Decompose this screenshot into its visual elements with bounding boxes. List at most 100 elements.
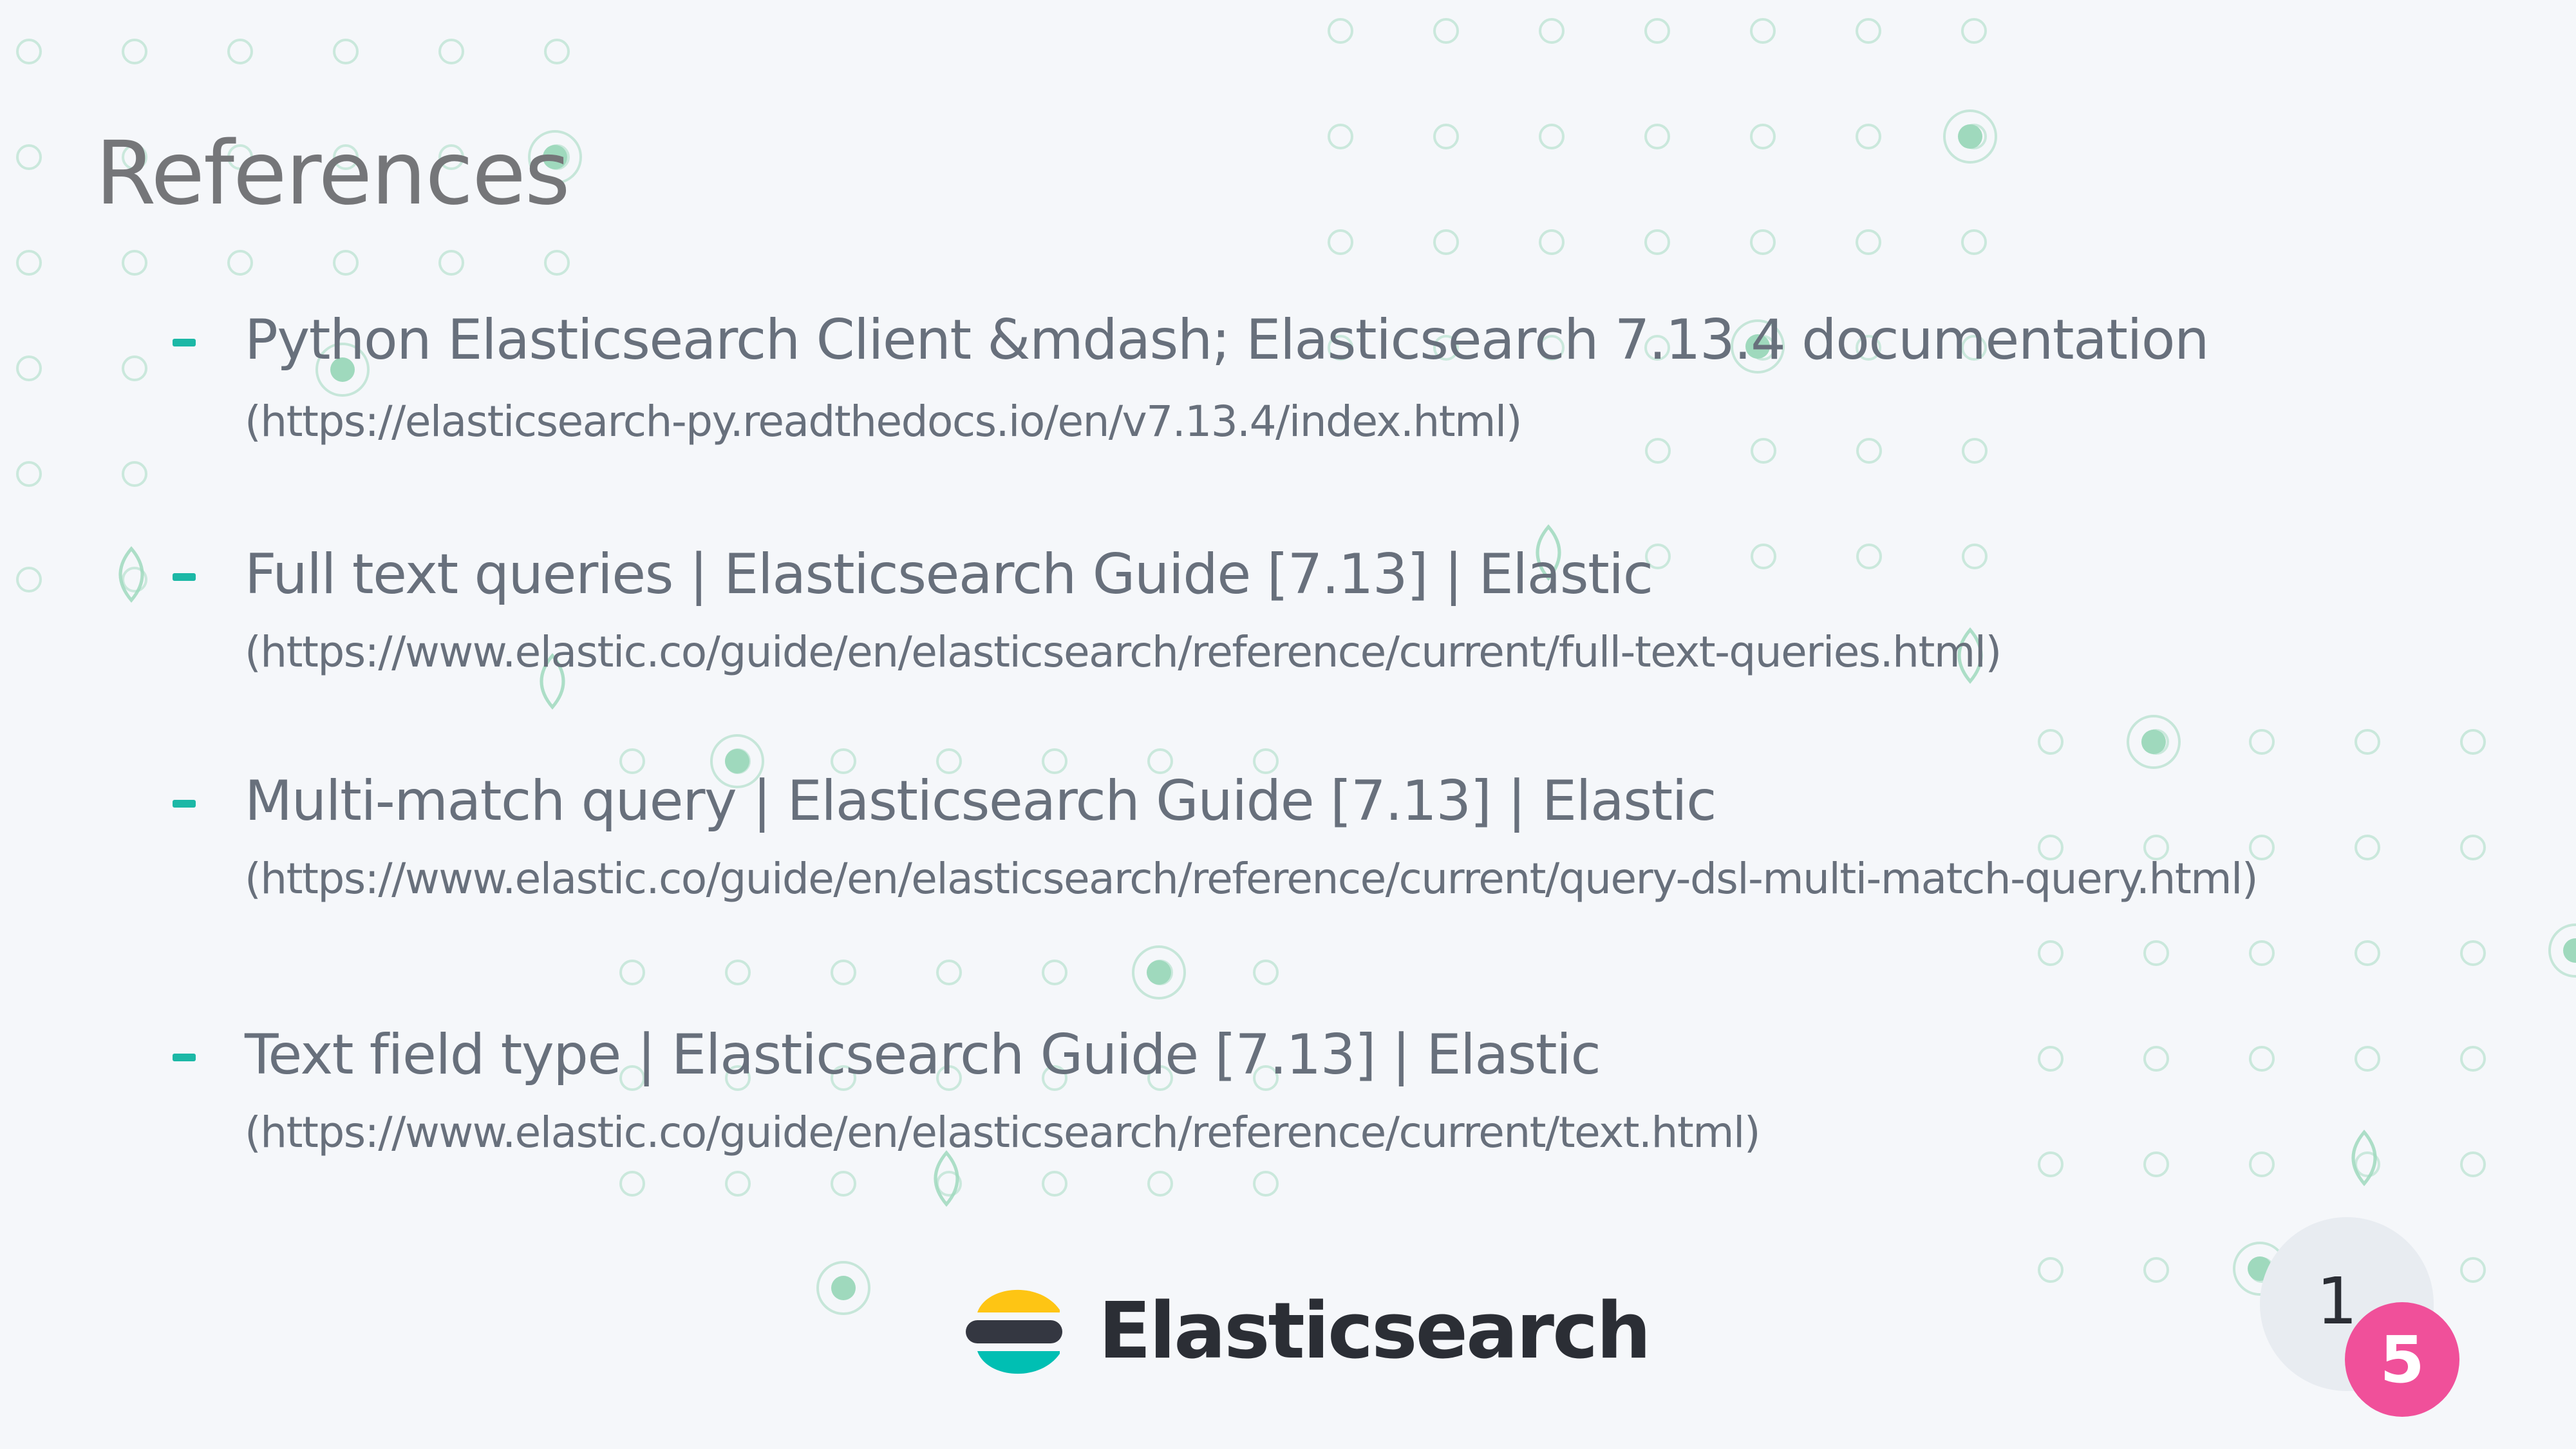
logo-middle-segment <box>966 1320 1062 1343</box>
pattern-ring <box>936 1171 962 1197</box>
bullet-dash-icon <box>173 800 196 808</box>
pattern-ring <box>2460 1257 2486 1283</box>
pattern-ring <box>333 250 359 276</box>
pattern-ring <box>1645 438 1671 464</box>
pattern-ring <box>2127 715 2181 769</box>
pattern-ring <box>2460 1046 2486 1072</box>
pattern-ring <box>2355 1046 2380 1072</box>
pattern-ring <box>2143 1257 2169 1283</box>
pattern-ring <box>227 250 253 276</box>
pattern-ring <box>1433 18 1459 44</box>
pattern-ring <box>16 567 42 592</box>
reference-title: Multi-match query | Elasticsearch Guide … <box>245 769 1716 833</box>
pattern-ring <box>16 355 42 381</box>
pattern-ring <box>2038 729 2064 755</box>
pattern-ring <box>1644 229 1670 255</box>
pattern-ring <box>1042 960 1067 985</box>
pattern-ring <box>2460 940 2486 966</box>
elasticsearch-logo-icon <box>966 1289 1062 1374</box>
page-number: 1 5 <box>2260 1217 2459 1417</box>
pattern-ring <box>122 39 147 64</box>
pattern-ring <box>936 960 962 985</box>
reference-url[interactable]: (https://www.elastic.co/guide/en/elastic… <box>245 627 2002 677</box>
pattern-ring <box>2460 835 2486 860</box>
pattern-ring <box>1147 1171 1173 1197</box>
reference-url[interactable]: (https://www.elastic.co/guide/en/elastic… <box>245 1108 1761 1157</box>
pattern-ring <box>1539 124 1565 149</box>
pattern-ring <box>619 960 645 985</box>
pattern-ring <box>1856 18 1881 44</box>
pattern-ring <box>2038 940 2064 966</box>
pattern-ring <box>2038 1046 2064 1072</box>
pattern-ring <box>1644 124 1670 149</box>
reference-url[interactable]: (https://www.elastic.co/guide/en/elastic… <box>245 854 2259 904</box>
pattern-dot <box>2141 730 2166 754</box>
pattern-ring <box>2355 1151 2380 1177</box>
pattern-ring <box>1961 124 1987 149</box>
pattern-ring <box>1962 438 1988 464</box>
reference-title: Full text queries | Elasticsearch Guide … <box>245 542 1653 607</box>
pattern-ring <box>1856 438 1882 464</box>
pattern-ring <box>1539 18 1565 44</box>
pattern-ring <box>1750 124 1776 149</box>
pattern-ring <box>2143 1046 2169 1072</box>
pattern-ring <box>1253 1171 1279 1197</box>
pattern-dot <box>831 1276 856 1300</box>
pattern-ring <box>2355 940 2380 966</box>
pattern-ring <box>816 1261 870 1315</box>
pattern-leaf <box>934 1150 959 1207</box>
pattern-ring <box>2355 835 2380 860</box>
page-title: References <box>95 123 570 225</box>
pattern-dot <box>2563 938 2576 963</box>
brand-name: Elasticsearch <box>1098 1286 1651 1376</box>
pattern-ring <box>16 250 42 276</box>
pattern-ring <box>122 355 147 381</box>
pattern-ring <box>831 1171 856 1197</box>
pattern-ring <box>619 1171 645 1197</box>
pattern-ring <box>2548 923 2576 978</box>
pattern-ring <box>1961 229 1987 255</box>
pattern-ring <box>1253 960 1279 985</box>
pattern-ring <box>1856 124 1881 149</box>
pattern-ring <box>122 567 147 592</box>
pattern-ring <box>1328 229 1353 255</box>
bullet-dash-icon <box>173 573 196 581</box>
pattern-ring <box>227 39 253 64</box>
reference-url[interactable]: (https://elasticsearch-py.readthedocs.io… <box>245 397 1523 446</box>
pattern-ring <box>122 250 147 276</box>
logo-bottom-segment <box>977 1351 1060 1374</box>
pattern-ring <box>725 960 751 985</box>
pattern-ring <box>438 39 464 64</box>
pattern-ring <box>333 39 359 64</box>
pattern-ring <box>1042 1171 1067 1197</box>
pattern-ring <box>1856 544 1882 569</box>
pattern-ring <box>1328 124 1353 149</box>
pattern-ring <box>438 250 464 276</box>
pattern-ring <box>1751 544 1776 569</box>
pattern-ring <box>1751 438 1776 464</box>
pattern-ring <box>1750 229 1776 255</box>
pattern-dot <box>1147 960 1171 985</box>
pattern-ring <box>1961 18 1987 44</box>
pattern-ring <box>2249 940 2275 966</box>
pattern-ring <box>2143 729 2169 755</box>
pattern-ring <box>2249 729 2275 755</box>
pattern-ring <box>2249 1151 2275 1177</box>
page-number-first-digit: 1 <box>2317 1264 2358 1339</box>
logo-top-segment <box>977 1289 1060 1312</box>
pattern-ring <box>544 250 570 276</box>
pattern-ring <box>1433 229 1459 255</box>
pattern-ring <box>2460 1151 2486 1177</box>
pattern-ring <box>2143 940 2169 966</box>
pattern-dot <box>1958 124 1982 149</box>
pattern-leaf <box>2351 1130 2377 1186</box>
pattern-ring <box>1433 124 1459 149</box>
pattern-ring <box>1328 18 1353 44</box>
pattern-ring <box>1539 229 1565 255</box>
pattern-ring <box>1943 109 1997 164</box>
pattern-ring <box>2249 1046 2275 1072</box>
pattern-ring <box>2355 729 2380 755</box>
pattern-ring <box>16 39 42 64</box>
bullet-dash-icon <box>173 339 196 346</box>
pattern-ring <box>1132 945 1186 999</box>
